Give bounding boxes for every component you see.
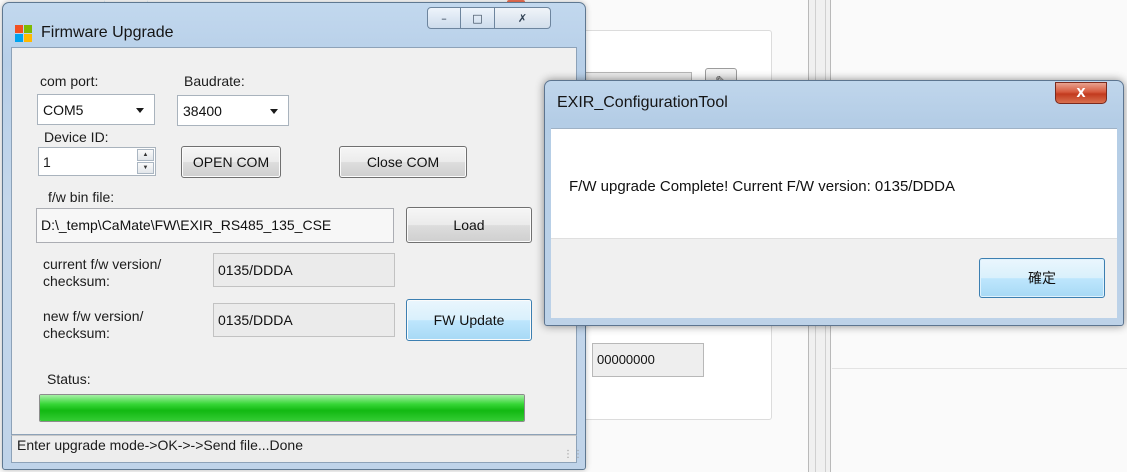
current-version-value: 0135/DDDA [218, 262, 293, 278]
minimize-icon: – [441, 11, 447, 25]
fw-update-button[interactable]: FW Update [406, 299, 532, 341]
com-port-value: COM5 [43, 102, 84, 118]
stepper-up-icon[interactable]: ▲ [137, 149, 154, 161]
firmware-upgrade-window: Firmware Upgrade – □ ✗ Enter upgrade mod… [2, 2, 586, 470]
status-bar-text: Enter upgrade mode->OK->->Send file...Do… [17, 437, 304, 453]
new-version-label-line1: new f/w version/ [43, 308, 144, 324]
device-id-stepper[interactable]: 1 ▲ ▼ [38, 147, 156, 176]
bin-file-label: f/w bin file: [48, 189, 115, 205]
close-button[interactable]: ✗ [495, 7, 551, 29]
new-version-label-line2: checksum: [43, 325, 110, 341]
progress-fill [40, 395, 524, 421]
new-version-field: 0135/DDDA [213, 303, 395, 337]
device-id-label: Device ID: [44, 129, 109, 145]
com-port-label: com port: [40, 73, 99, 89]
current-version-label: current f/w version/ checksum: [43, 256, 161, 290]
baudrate-label: Baudrate: [184, 73, 245, 89]
ok-button[interactable]: 確定 [979, 258, 1105, 298]
message-text: F/W upgrade Complete! Current F/W versio… [569, 178, 955, 195]
com-port-select[interactable]: COM5 [37, 94, 155, 125]
stepper-buttons: ▲ ▼ [137, 149, 154, 174]
current-version-field: 0135/DDDA [213, 253, 395, 287]
chevron-down-icon [270, 109, 278, 114]
maximize-button[interactable]: □ [461, 7, 495, 29]
bin-file-path-field[interactable]: D:\_temp\CaMate\FW\EXIR_RS485_135_CSE [36, 208, 394, 243]
open-com-button[interactable]: OPEN COM [181, 146, 281, 178]
chevron-down-icon [136, 108, 144, 113]
current-version-label-line2: checksum: [43, 273, 110, 289]
baudrate-select[interactable]: 38400 [177, 95, 289, 126]
background-value-field: 00000000 [592, 343, 704, 377]
close-icon: ✗ [517, 11, 528, 25]
close-com-button[interactable]: Close COM [339, 146, 467, 178]
maximize-icon: □ [472, 11, 483, 25]
close-icon: X [1076, 86, 1086, 100]
message-box-window: EXIR_ConfigurationTool X F/W upgrade Com… [544, 80, 1124, 326]
upgrade-progress-bar [39, 394, 525, 422]
new-version-label: new f/w version/ checksum: [43, 308, 143, 342]
load-button[interactable]: Load [406, 207, 532, 243]
message-box-close-button[interactable]: X [1055, 82, 1107, 104]
window-title: Firmware Upgrade [41, 24, 174, 41]
minimize-button[interactable]: – [427, 7, 461, 29]
bin-file-path: D:\_temp\CaMate\FW\EXIR_RS485_135_CSE [41, 217, 332, 233]
status-label: Status: [47, 371, 91, 387]
device-id-value: 1 [43, 154, 51, 170]
new-version-value: 0135/DDDA [218, 312, 293, 328]
baudrate-value: 38400 [183, 103, 222, 119]
stepper-down-icon[interactable]: ▼ [137, 162, 154, 174]
message-box-title: EXIR_ConfigurationTool [557, 94, 728, 111]
title-bar[interactable]: Firmware Upgrade – □ ✗ [3, 3, 587, 47]
resize-grip-icon[interactable]: ⋮⋮ [563, 449, 583, 460]
current-version-label-line1: current f/w version/ [43, 256, 162, 272]
divider [832, 368, 1127, 369]
caption-buttons: – □ ✗ [427, 7, 551, 29]
windows-form-icon [15, 25, 33, 43]
